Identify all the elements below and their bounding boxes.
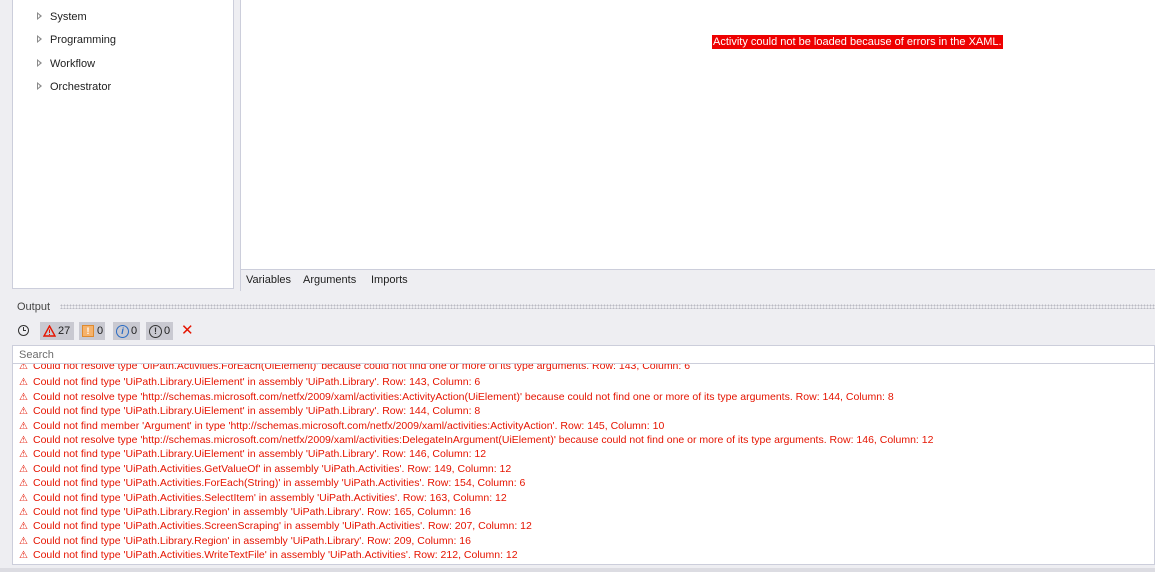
- warning-triangle-icon: ⚠: [19, 492, 28, 504]
- tree-item-orchestrator[interactable]: Orchestrator: [37, 77, 111, 97]
- tree-item-workflow[interactable]: Workflow: [37, 54, 95, 74]
- warning-triangle-icon: ⚠: [19, 377, 28, 388]
- trace-icon: !: [149, 324, 162, 338]
- warnings-filter-button[interactable]: ! 0: [79, 322, 105, 340]
- output-log-list[interactable]: ⚠ Could not resolve type 'UiPath.Activiti…: [12, 364, 1155, 565]
- close-icon: ✕: [181, 322, 194, 339]
- panel-drag-grip[interactable]: [60, 304, 1155, 309]
- log-line[interactable]: ⚠ Could not resolve type 'http://schemas.…: [19, 390, 894, 404]
- error-triangle-icon: [43, 325, 56, 337]
- log-line[interactable]: ⚠ Could not find type 'UiPath.Library.UiE…: [19, 375, 480, 389]
- activities-panel: System Programming Workflow Orchestrator: [12, 0, 234, 289]
- warning-triangle-icon: ⚠: [19, 521, 28, 532]
- expand-arrow-icon[interactable]: [37, 12, 42, 21]
- xaml-error-message: Activity could not be loaded because of …: [712, 35, 1003, 49]
- tree-item-label: System: [50, 11, 87, 23]
- designer-tab-bar: Variables Arguments Imports: [240, 270, 1155, 291]
- log-line[interactable]: ⚠ Could not find type 'UiPath.Activities.…: [19, 462, 511, 476]
- log-line[interactable]: ⚠ Could not find type 'UiPath.Library.UiE…: [19, 447, 486, 461]
- tree-item-label: Programming: [50, 34, 117, 46]
- warning-triangle-icon: ⚠: [19, 550, 28, 561]
- log-line[interactable]: ⚠ Could not find type 'UiPath.Activities.…: [19, 491, 507, 505]
- warning-triangle-icon: ⚠: [19, 507, 28, 518]
- clear-all-button[interactable]: ✕: [181, 322, 195, 340]
- tree-item-programming[interactable]: Programming: [37, 30, 116, 50]
- warning-icon: !: [82, 325, 94, 337]
- log-line[interactable]: ⚠ Could not find type 'UiPath.Activities.…: [19, 519, 532, 533]
- warning-triangle-icon: ⚠: [19, 406, 28, 417]
- log-line[interactable]: ⚠ Could not find type 'UiPath.Activities.…: [19, 476, 525, 490]
- info-icon: i: [116, 324, 129, 338]
- output-panel-header: Output: [12, 298, 1155, 316]
- info-filter-button[interactable]: i 0: [113, 322, 140, 340]
- log-line[interactable]: ⚠ Could not find type 'UiPath.Library.Reg…: [19, 534, 471, 548]
- tree-item-system[interactable]: System: [37, 7, 87, 27]
- errors-count: 27: [58, 325, 71, 337]
- log-line[interactable]: ⚠ Could not find type 'UiPath.Activities.…: [19, 548, 518, 562]
- warning-triangle-icon: ⚠: [19, 535, 28, 547]
- warning-triangle-icon: ⚠: [19, 449, 28, 460]
- warning-triangle-icon: ⚠: [19, 435, 28, 446]
- output-toolbar: 27 ! 0 i 0 ! 0 ✕: [12, 320, 1155, 342]
- warnings-count: 0: [97, 325, 104, 337]
- tab-variables[interactable]: Variables: [246, 270, 291, 290]
- tree-item-label: Workflow: [50, 58, 96, 70]
- tab-arguments[interactable]: Arguments: [303, 270, 356, 290]
- log-line[interactable]: ⚠ Could not find type 'UiPath.Library.UiE…: [19, 404, 480, 418]
- log-line[interactable]: ⚠ Could not resolve type 'UiPath.Activiti…: [19, 364, 690, 373]
- expand-arrow-icon[interactable]: [37, 35, 42, 44]
- warning-triangle-icon: ⚠: [19, 420, 28, 432]
- output-panel-title: Output: [17, 301, 51, 313]
- warning-triangle-icon: ⚠: [19, 463, 28, 475]
- clock-icon: [18, 325, 29, 336]
- errors-filter-button[interactable]: 27: [40, 322, 74, 340]
- warning-triangle-icon: ⚠: [19, 364, 28, 372]
- expand-arrow-icon[interactable]: [37, 82, 42, 91]
- log-line[interactable]: ⚠ Could not find member 'Argument' in typ…: [19, 419, 664, 433]
- log-line[interactable]: ⚠ Could not find type 'UiPath.Library.Reg…: [19, 505, 471, 519]
- designer-canvas[interactable]: Activity could not be loaded because of …: [240, 0, 1155, 270]
- trace-count: 0: [164, 325, 171, 337]
- log-line[interactable]: ⚠ Could not resolve type 'http://schemas.…: [19, 433, 933, 447]
- info-count: 0: [131, 325, 138, 337]
- timestamp-toggle-button[interactable]: [16, 322, 32, 340]
- tree-item-label: Orchestrator: [50, 81, 112, 93]
- tab-imports[interactable]: Imports: [371, 270, 408, 290]
- status-strip: [0, 568, 1155, 572]
- output-search-input[interactable]: Search: [12, 345, 1155, 364]
- trace-filter-button[interactable]: ! 0: [146, 322, 173, 340]
- expand-arrow-icon[interactable]: [37, 59, 42, 68]
- warning-triangle-icon: ⚠: [19, 391, 28, 403]
- warning-triangle-icon: ⚠: [19, 478, 28, 489]
